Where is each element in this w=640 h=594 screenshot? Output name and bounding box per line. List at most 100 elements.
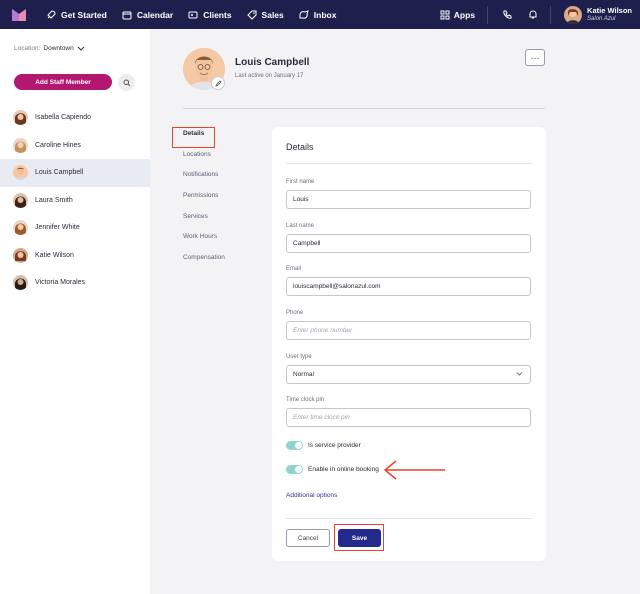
service-provider-row: Is service provider [286, 441, 361, 450]
nav-apps-label: Apps [453, 9, 476, 20]
user-type-label: User type [286, 354, 312, 360]
phone-button[interactable] [494, 10, 520, 20]
form-title-divider [286, 163, 532, 164]
chevron-down-icon [516, 372, 523, 376]
user-text: Katie Wilson Salon Azul [587, 6, 632, 23]
nav-inbox-label: Inbox [313, 9, 337, 20]
location-label: Location: [14, 45, 41, 52]
top-navigation-bar: Get Started Calendar Clients Sales Inbox… [0, 0, 640, 29]
avatar [13, 220, 28, 236]
clients-icon [188, 11, 198, 18]
nav-get-started[interactable]: Get Started [46, 10, 107, 20]
staff-item-victoria-morales[interactable]: Victoria Morales [0, 269, 150, 297]
app-logo-icon[interactable] [12, 8, 26, 21]
additional-options-link[interactable]: Additional options [286, 492, 337, 499]
staff-name: Isabella Capiendo [35, 114, 92, 122]
email-input[interactable]: louiscampbell@salonazul.com [286, 277, 531, 296]
phone-input[interactable]: Enter phone number [286, 321, 531, 340]
user-avatar [564, 5, 583, 24]
details-subnav: Details Locations Notifications Permissi… [183, 130, 225, 275]
last-name-label: Last name [286, 223, 315, 229]
form-footer-divider [286, 518, 532, 519]
nav-divider-2 [550, 5, 552, 24]
avatar [13, 165, 28, 181]
notifications-button[interactable] [520, 9, 546, 20]
main-content: Louis Campbell Last active on January 17… [150, 29, 640, 594]
more-options-button[interactable]: ··· [525, 49, 545, 66]
staff-name: Katie Wilson [35, 251, 74, 259]
staff-list: Isabella Capiendo Caroline Hines Louis C… [0, 104, 150, 297]
user-menu[interactable]: Katie Wilson Salon Azul [557, 5, 640, 24]
avatar [13, 110, 28, 126]
nav-sales[interactable]: Sales [246, 9, 284, 20]
search-staff-button[interactable] [118, 74, 135, 91]
avatar [13, 137, 28, 153]
location-selector[interactable]: Location: Downtown [14, 45, 85, 52]
phone-icon [503, 10, 512, 19]
nav-apps[interactable]: Apps [440, 10, 487, 20]
time-clock-label: Time clock pin [286, 397, 325, 403]
subnav-permissions[interactable]: Permissions [183, 192, 225, 213]
add-staff-member-button[interactable]: Add Staff Member [14, 74, 112, 90]
inbox-icon [299, 9, 309, 19]
nav-right-group: Apps Katie Wilson Salon Azul [440, 0, 640, 29]
grid-icon [440, 10, 450, 19]
online-booking-row: Enable in online booking [286, 465, 379, 474]
staff-item-caroline-hines[interactable]: Caroline Hines [0, 132, 150, 160]
subnav-compensation[interactable]: Compensation [183, 254, 225, 275]
user-type-value: Normal [293, 371, 314, 378]
staff-name: Victoria Morales [35, 279, 86, 287]
profile-name: Louis Campbell [235, 57, 310, 68]
staff-item-isabella-capiendo[interactable]: Isabella Capiendo [0, 104, 150, 132]
nav-inbox[interactable]: Inbox [299, 9, 337, 20]
online-booking-label: Enable in online booking [308, 466, 379, 473]
service-provider-label: Is service provider [308, 442, 361, 449]
subnav-locations[interactable]: Locations [183, 151, 225, 172]
annotation-arrow-icon [383, 460, 445, 480]
online-booking-toggle[interactable] [286, 465, 303, 474]
pencil-icon [214, 79, 222, 87]
first-name-input[interactable]: Louis [286, 190, 531, 209]
user-type-select[interactable]: Normal [286, 365, 531, 384]
location-value: Downtown [43, 45, 74, 52]
calendar-icon [122, 11, 132, 19]
subnav-work-hours[interactable]: Work Hours [183, 233, 225, 254]
avatar [13, 192, 28, 208]
form-title: Details [286, 142, 314, 152]
staff-item-laura-smith[interactable]: Laura Smith [0, 187, 150, 215]
user-name: Katie Wilson [587, 6, 632, 15]
staff-name: Louis Campbell [35, 169, 84, 177]
nav-calendar-label: Calendar [136, 9, 174, 20]
time-clock-input[interactable]: Enter time clock pin [286, 408, 531, 427]
profile-divider [183, 108, 545, 109]
staff-item-louis-campbell[interactable]: Louis Campbell [0, 159, 150, 187]
avatar [13, 275, 28, 291]
subnav-services[interactable]: Services [183, 213, 225, 234]
staff-sidebar: Location: Downtown Add Staff Member Isab… [0, 29, 150, 594]
bell-icon [529, 9, 537, 18]
staff-item-jennifer-white[interactable]: Jennifer White [0, 214, 150, 242]
nav-calendar[interactable]: Calendar [122, 10, 173, 20]
last-name-input[interactable]: Campbell [286, 234, 531, 253]
service-provider-toggle[interactable] [286, 441, 303, 450]
search-icon [123, 79, 130, 86]
details-form-card: Details First name Louis Last name Campb… [272, 127, 546, 561]
chevron-down-icon [77, 46, 85, 51]
nav-get-started-label: Get Started [61, 9, 107, 20]
subnav-notifications[interactable]: Notifications [183, 171, 225, 192]
edit-photo-button[interactable] [211, 76, 225, 90]
nav-clients-label: Clients [203, 9, 232, 20]
staff-name: Caroline Hines [35, 141, 81, 149]
staff-item-katie-wilson[interactable]: Katie Wilson [0, 242, 150, 270]
user-salon: Salon Azul [587, 16, 616, 22]
last-active-text: Last active on January 17 [235, 73, 304, 79]
staff-name: Laura Smith [35, 196, 73, 204]
tag-icon [246, 10, 257, 20]
avatar [13, 247, 28, 263]
cancel-button[interactable]: Cancel [286, 529, 330, 547]
phone-label: Phone [286, 310, 304, 316]
nav-divider [487, 5, 489, 24]
nav-clients[interactable]: Clients [188, 9, 232, 20]
nav-sales-label: Sales [261, 9, 284, 20]
rocket-icon [47, 9, 56, 19]
